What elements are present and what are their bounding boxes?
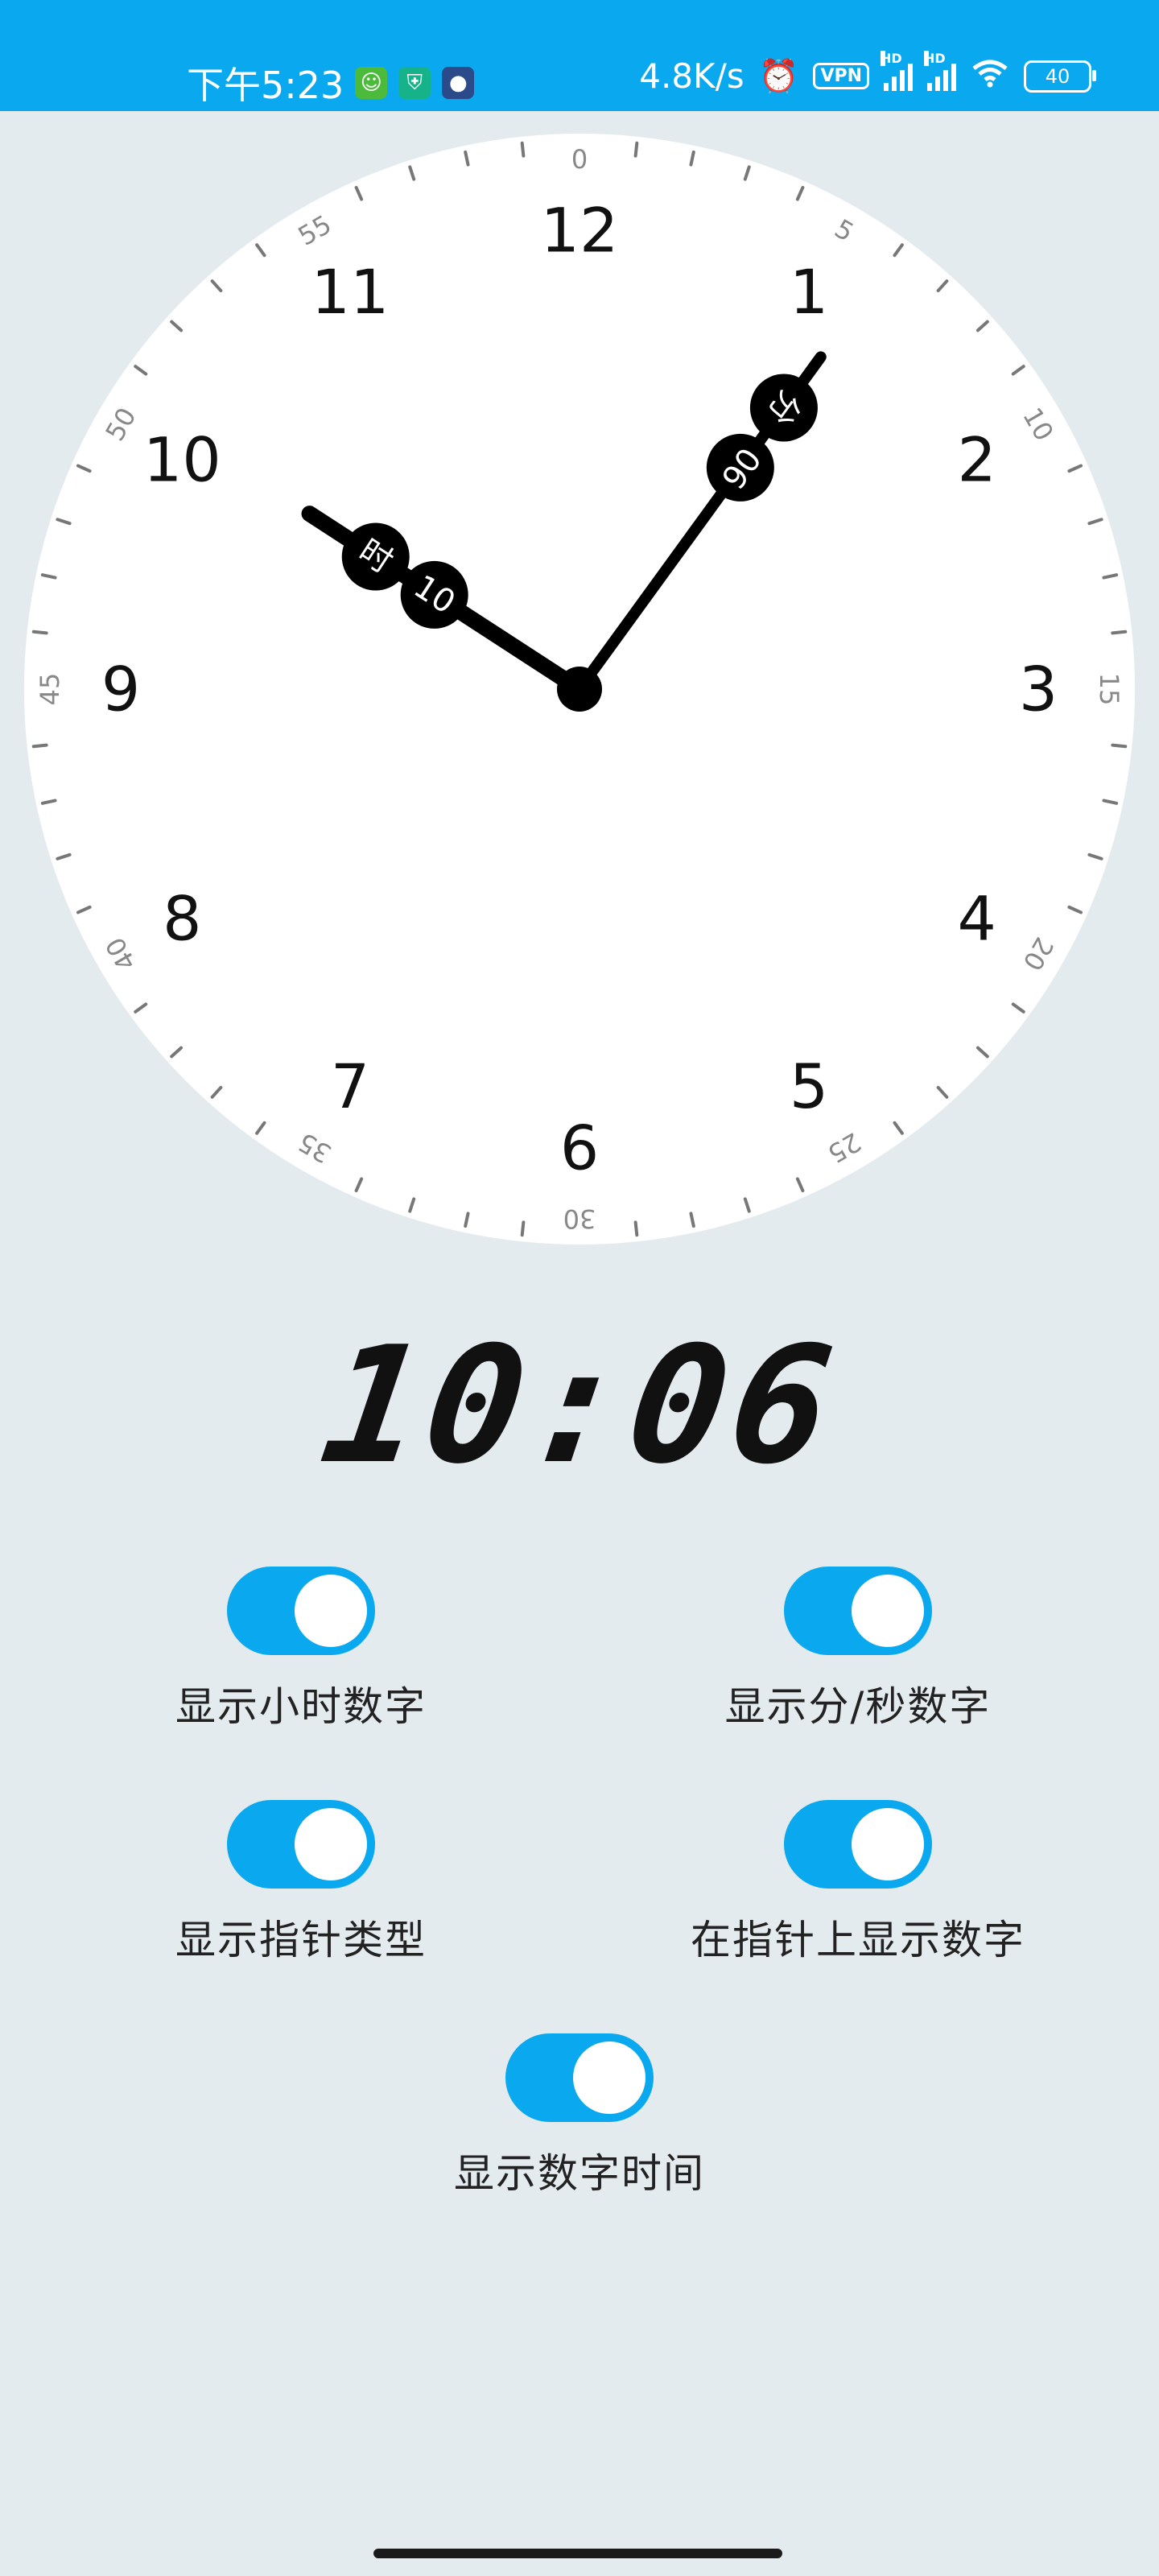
- battery-icon: 40: [1024, 60, 1096, 93]
- alarm-icon: ⏰: [758, 58, 799, 95]
- switch-knob: [852, 1575, 924, 1647]
- battery-level: 40: [1045, 64, 1070, 88]
- status-left: 下午5:23 ☺ ⛨ ●: [187, 56, 475, 109]
- minute-tick: [31, 743, 48, 749]
- hour-number: 1: [790, 256, 828, 328]
- minute-tick: [520, 141, 526, 158]
- switch-show-minute-second-numbers[interactable]: [784, 1567, 932, 1655]
- cat-icon: ●: [442, 67, 475, 99]
- hour-number: 5: [790, 1051, 828, 1122]
- minute-tick: [1111, 630, 1128, 635]
- hour-number: 3: [1019, 654, 1058, 725]
- toggle-label: 显示数字时间: [454, 2150, 705, 2197]
- status-bar: 下午5:23 ☺ ⛨ ● 4.8K/s ⏰ VPN HD HD 40: [0, 0, 1159, 111]
- digital-time: 10:06: [311, 1312, 848, 1500]
- minute-tick: [633, 1220, 639, 1237]
- status-right: 4.8K/s ⏰ VPN HD HD 40: [639, 50, 1096, 96]
- switch-show-numbers-on-hands[interactable]: [784, 1800, 932, 1889]
- hour-number: 8: [163, 883, 201, 955]
- hour-number: 2: [957, 424, 996, 496]
- toggle-label: 显示小时数字: [175, 1683, 427, 1730]
- minute-label: 30: [563, 1203, 596, 1234]
- signal-icon: HD: [881, 50, 913, 91]
- toggle-show-hand-type: 显示指针类型: [132, 1800, 470, 1966]
- analog-clock: 0 5 10 15 20 25 30 35 40 45 50 55 12 1 2 3 4 5 6 7 8 9 10 11 10 时…: [24, 134, 1135, 1245]
- net-speed: 4.8K/s: [639, 56, 744, 96]
- toggle-show-minute-second-numbers: 显示分/秒数字: [689, 1567, 1027, 1732]
- hour-number: 11: [311, 256, 390, 328]
- hour-number: 4: [957, 883, 996, 955]
- minute-label: 0: [571, 144, 588, 175]
- home-indicator[interactable]: [373, 2549, 782, 2558]
- minute-label: 45: [35, 673, 65, 706]
- hd-label: HD: [924, 50, 946, 66]
- minute-tick: [633, 141, 639, 158]
- toggle-show-hour-numbers: 显示小时数字: [132, 1567, 470, 1732]
- hd-label: HD: [881, 50, 902, 66]
- vpn-badge: VPN: [813, 63, 869, 89]
- hour-number: 6: [560, 1113, 599, 1184]
- switch-knob: [295, 1575, 367, 1647]
- switch-knob: [573, 2041, 645, 2114]
- center-pin: [557, 667, 602, 712]
- switch-knob: [295, 1808, 367, 1880]
- toggle-label: 显示指针类型: [175, 1917, 427, 1963]
- hour-number: 7: [331, 1051, 369, 1122]
- hour-number: 9: [101, 654, 140, 725]
- hour-number: 10: [143, 424, 221, 496]
- minute-label: 15: [1094, 673, 1124, 706]
- shield-icon: ⛨: [398, 67, 431, 99]
- hour-number: 12: [541, 195, 619, 266]
- signal-icon: HD: [924, 50, 956, 91]
- toggle-label: 显示分/秒数字: [724, 1683, 992, 1730]
- android-icon: ☺: [355, 67, 388, 99]
- toggle-label: 在指针上显示数字: [691, 1917, 1025, 1963]
- toggle-show-numbers-on-hands: 在指针上显示数字: [689, 1800, 1027, 1966]
- status-time: 下午5:23: [187, 64, 344, 107]
- wifi-icon: [971, 56, 1009, 96]
- switch-knob: [852, 1808, 924, 1880]
- minute-tick: [31, 630, 48, 635]
- minute-tick: [1111, 743, 1128, 749]
- switch-show-hand-type[interactable]: [227, 1800, 375, 1889]
- switch-show-hour-numbers[interactable]: [227, 1567, 375, 1655]
- minute-tick: [520, 1220, 526, 1237]
- switch-show-digital-time[interactable]: [505, 2033, 654, 2122]
- clock-face: 0510152025303540455055 12123456789101110时…: [24, 134, 1135, 1245]
- toggle-show-digital-time: 显示数字时间: [410, 2033, 749, 2199]
